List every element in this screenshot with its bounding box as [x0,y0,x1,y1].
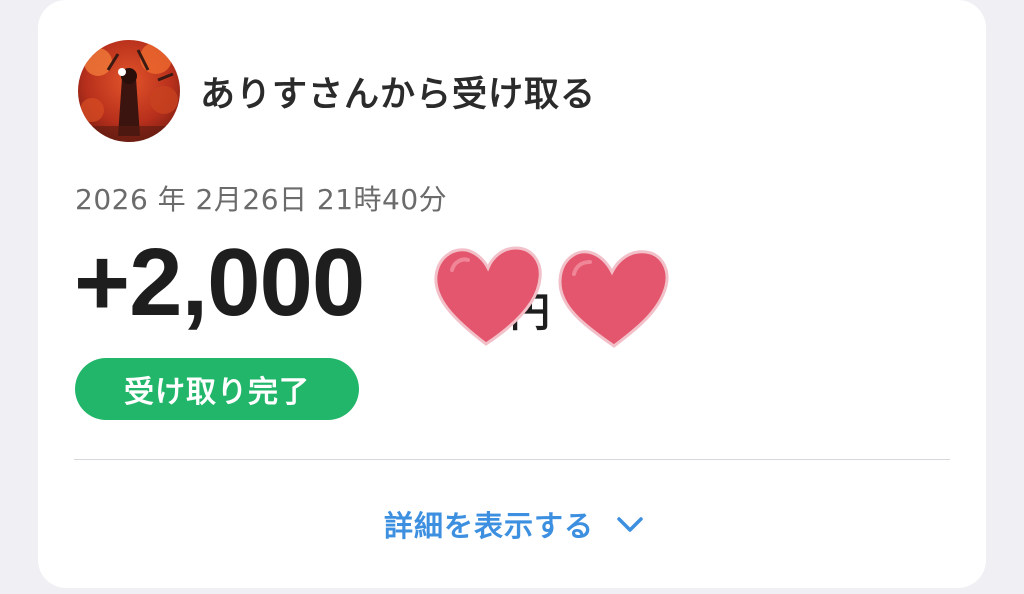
avatar-image [78,40,180,142]
heart-sticker-right-icon [558,250,669,348]
sender-title: ありすさんから受け取る [200,74,597,115]
heart-stickers-icon [434,246,669,348]
chevron-down-icon [616,507,644,541]
show-details-button[interactable]: 詳細を表示する [384,503,644,545]
card-header: ありすさんから受け取る [78,40,596,142]
heart-sticker-left-icon [434,246,542,346]
status-badge: 受け取り完了 [75,358,359,420]
divider [74,459,950,460]
amount-value: +2,000 [74,229,365,336]
avatar[interactable] [78,40,180,142]
show-details-label: 詳細を表示する [384,509,595,543]
payment-card: ありすさんから受け取る 2026 年 2月26日 21時40分 +2,000 円… [38,0,986,588]
transaction-timestamp: 2026 年 2月26日 21時40分 [75,183,448,216]
amount-row: +2,000 円 [74,228,669,348]
